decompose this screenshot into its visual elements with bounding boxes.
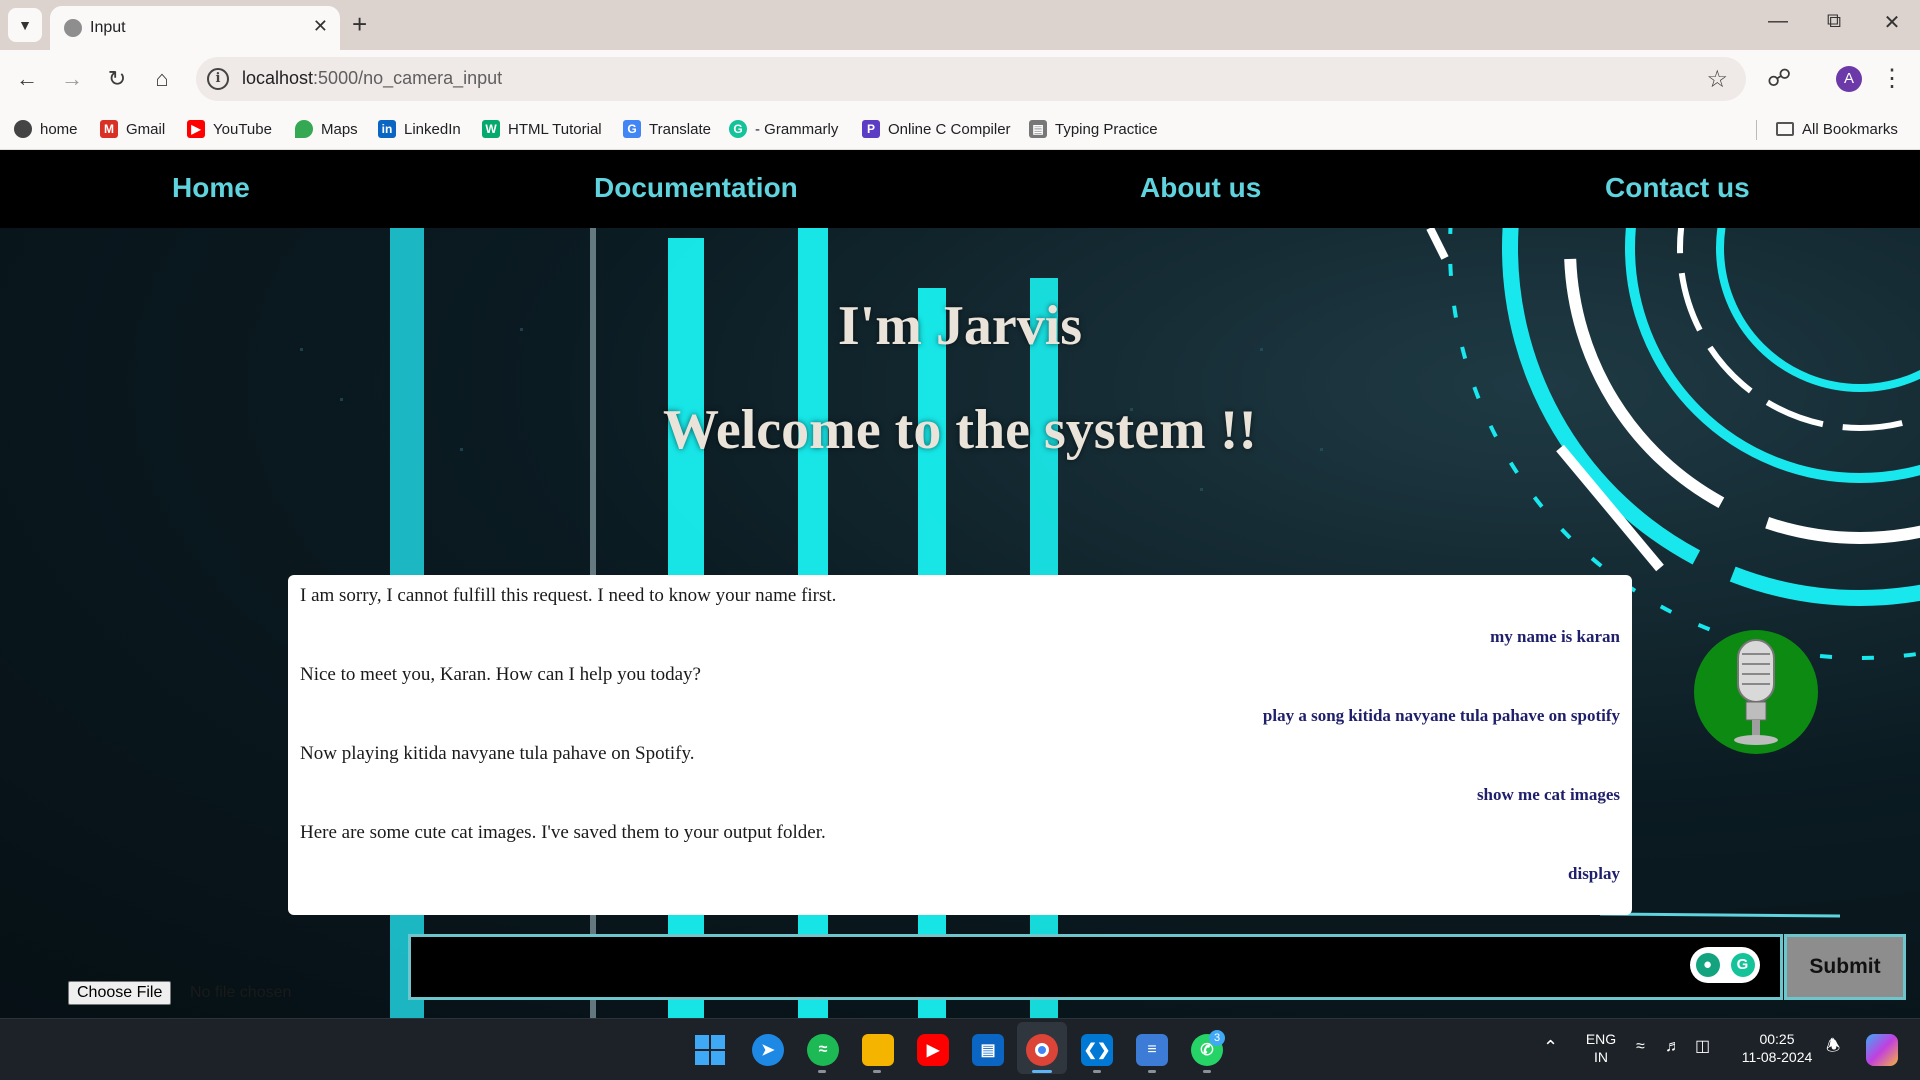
battery-icon[interactable]: ◫ (1695, 1038, 1710, 1056)
chat-log: I am sorry, I cannot fulfill this reques… (288, 575, 1632, 915)
grammarly-icon: G (1730, 953, 1755, 977)
browser-tabstrip: ▼ Input ✕ + — ⧉ ✕ (0, 0, 1920, 50)
w3schools-icon: W (482, 120, 500, 138)
tab-title: Input (90, 19, 126, 36)
url-text[interactable]: localhost:5000/no_camera_input (242, 68, 502, 89)
reload-button[interactable]: ↻ (102, 64, 132, 94)
file-status-text: No file chosen (190, 984, 292, 1001)
chrome-icon[interactable] (1026, 1034, 1058, 1066)
running-indicator (818, 1070, 826, 1073)
gmail-icon: M (100, 120, 118, 138)
keyboard-icon: ▤ (1029, 120, 1047, 138)
bookmarks-divider (1756, 120, 1757, 140)
site-navbar: Home Documentation About us Contact us (0, 150, 1920, 228)
profile-avatar[interactable]: A (1836, 66, 1862, 92)
translate-icon: G (623, 120, 641, 138)
notes-app-icon[interactable]: ▤ (972, 1034, 1004, 1066)
browser-toolbar: ← → ↻ ⌂ i localhost:5000/no_camera_input… (0, 50, 1920, 108)
youtube-app-icon[interactable]: ▶ (917, 1034, 949, 1066)
notification-bell-icon[interactable]: 🕭 (1826, 1038, 1840, 1056)
browser-tab[interactable]: Input ✕ (50, 6, 340, 50)
window-close-button[interactable]: ✕ (1872, 10, 1912, 35)
globe-icon (64, 19, 82, 37)
compiler-icon: P (862, 120, 880, 138)
nav-contact-link[interactable]: Contact us (1605, 172, 1750, 204)
grammarly-icon: G (729, 120, 747, 138)
chevron-down-icon: ▼ (18, 17, 32, 33)
linkedin-icon: in (378, 120, 396, 138)
spotify-icon[interactable]: ≈ (807, 1034, 839, 1066)
minimize-button[interactable]: — (1758, 10, 1798, 33)
browser-menu-icon[interactable]: ⋮ (1880, 64, 1904, 93)
bookmark-grammarly[interactable]: G- Grammarly (729, 116, 838, 142)
folder-icon (1776, 122, 1794, 136)
windows-start-icon[interactable] (694, 1034, 726, 1066)
new-tab-button[interactable]: + (352, 10, 367, 38)
whatsapp-badge: 3 (1209, 1030, 1225, 1046)
bookmark-html-tutorial[interactable]: W HTML Tutorial (482, 116, 602, 142)
hero-subtitle: Welcome to the system !! (662, 399, 1257, 461)
nav-home-link[interactable]: Home (172, 172, 250, 204)
lightbulb-icon: ● (1695, 953, 1720, 977)
bot-message: Here are some cute cat images. I've save… (300, 822, 826, 843)
windows-taskbar (0, 1018, 1920, 1080)
bookmarks-bar: home M Gmail ▶ YouTube Maps in LinkedIn W HT… (0, 108, 1920, 150)
youtube-icon: ▶ (187, 120, 205, 138)
restore-button[interactable]: ⧉ (1814, 10, 1854, 33)
language-indicator[interactable]: ENG IN (1578, 1030, 1624, 1066)
maps-icon (295, 120, 313, 138)
back-button[interactable]: ← (12, 64, 42, 94)
all-bookmarks-button[interactable]: All Bookmarks (1776, 116, 1898, 142)
bookmark-maps[interactable]: Maps (295, 116, 358, 142)
user-message: play a song kitida navyane tula pahave o… (1262, 706, 1620, 725)
choose-file-button[interactable]: Choose File (68, 981, 172, 1005)
bot-message: Now playing kitida navyane tula pahave o… (300, 743, 695, 764)
microphone-icon (1734, 639, 1778, 745)
clock[interactable]: 00:25 11-08-2024 (1730, 1030, 1824, 1066)
tray-overflow-icon[interactable]: ⌃ (1543, 1038, 1558, 1056)
notepad-icon[interactable]: ≡ (1136, 1034, 1168, 1066)
vscode-icon[interactable]: ❮❯ (1081, 1034, 1113, 1066)
globe-icon (14, 120, 32, 138)
running-indicator (873, 1070, 881, 1073)
running-indicator (1203, 1070, 1211, 1073)
running-indicator (1093, 1070, 1101, 1073)
bookmark-translate[interactable]: G Translate (623, 116, 711, 142)
bookmark-linkedin[interactable]: in LinkedIn (378, 116, 461, 142)
hero-title: I'm Jarvis (837, 295, 1083, 357)
active-indicator (1032, 1070, 1052, 1073)
bookmark-typing-practice[interactable]: ▤ Typing Practice (1029, 116, 1158, 142)
nav-about-link[interactable]: About us (1140, 172, 1261, 204)
close-icon[interactable]: ✕ (313, 16, 328, 37)
home-button[interactable]: ⌂ (147, 64, 177, 94)
grammarly-widget[interactable]: ● G (1690, 947, 1760, 983)
bookmark-youtube[interactable]: ▶ YouTube (187, 116, 272, 142)
tab-search-button[interactable]: ▼ (8, 8, 42, 42)
command-input[interactable]: ● G (408, 934, 1783, 1000)
bookmark-home[interactable]: home (14, 116, 78, 142)
volume-icon[interactable]: ♬ (1665, 1038, 1681, 1056)
user-message: my name is karan (1490, 627, 1620, 646)
submit-button[interactable]: Submit (1784, 934, 1906, 1000)
copilot-icon[interactable] (1866, 1034, 1898, 1066)
site-info-icon[interactable]: i (207, 68, 229, 90)
nav-documentation-link[interactable]: Documentation (594, 172, 798, 204)
address-bar[interactable]: i localhost:5000/no_camera_input ☆ (196, 57, 1746, 101)
bookmark-online-c-compiler[interactable]: P Online C Compiler (862, 116, 1011, 142)
safari-icon[interactable]: ➤ (752, 1034, 784, 1066)
hero-section: I'm Jarvis Welcome to the system !! I am… (0, 228, 1920, 1018)
wifi-icon[interactable]: ≈ (1636, 1038, 1645, 1056)
bot-message: I am sorry, I cannot fulfill this reques… (300, 585, 837, 606)
user-message: display (1568, 864, 1620, 883)
microphone-button[interactable] (1694, 630, 1818, 754)
running-indicator (1148, 1070, 1156, 1073)
extensions-icon[interactable]: ☍ (1767, 64, 1791, 93)
bot-message: Nice to meet you, Karan. How can I help … (300, 664, 701, 685)
forward-button[interactable]: → (57, 64, 87, 94)
bookmark-star-icon[interactable]: ☆ (1706, 65, 1728, 94)
bookmark-gmail[interactable]: M Gmail (100, 116, 165, 142)
file-explorer-icon[interactable] (862, 1034, 894, 1066)
user-message: show me cat images (1476, 785, 1620, 804)
